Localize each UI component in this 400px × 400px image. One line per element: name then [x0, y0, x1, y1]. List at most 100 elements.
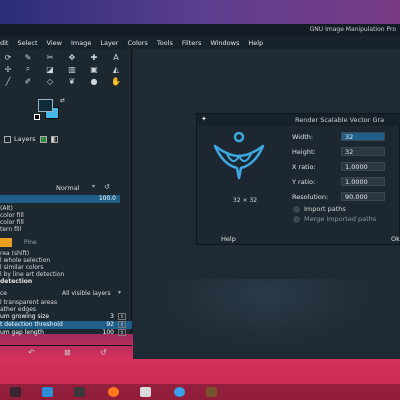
- bucket-fill-tool-icon[interactable]: ▣: [88, 64, 100, 74]
- pattern-selector[interactable]: Pine: [0, 237, 132, 248]
- paths-tool-icon[interactable]: ✚: [88, 52, 100, 62]
- default-colors-icon[interactable]: [34, 114, 40, 120]
- left-dock: ⟳ ✎ ✂ ✥ ✚ A ✢ ⌕ ◪ ▥ ▣ ◭ ╱ ✐ ◇ ❦ ● ✋ ⇄ La…: [0, 49, 132, 357]
- firefox-icon[interactable]: [108, 387, 119, 397]
- yratio-field[interactable]: 1.0000: [341, 177, 385, 186]
- merge-paths-label: Merge imported paths: [304, 215, 377, 223]
- svg-preview-icon: [213, 131, 265, 180]
- text-tool-icon[interactable]: A: [110, 52, 122, 62]
- fill-option[interactable]: color fill: [0, 219, 132, 226]
- tab-layers[interactable]: Layers: [4, 135, 36, 143]
- canvas-artwork: [133, 279, 400, 359]
- gradient-tool-icon[interactable]: ◭: [110, 64, 122, 74]
- chevron-down-icon[interactable]: ▾: [92, 183, 95, 190]
- source-dropdown[interactable]: All visible layers: [62, 290, 111, 297]
- width-label: Width:: [292, 133, 314, 141]
- affected-area-option[interactable]: l whole selection: [0, 257, 132, 264]
- spinner-icon[interactable]: ⇕: [118, 321, 126, 328]
- spinner-icon[interactable]: ⇕: [118, 313, 126, 320]
- pattern-name: Pine: [24, 239, 37, 246]
- dock-button-bar: ↶ ⊠ ↺: [0, 345, 132, 357]
- gimp-taskbar-icon[interactable]: [206, 387, 217, 397]
- lasso-tool-icon[interactable]: ⟳: [2, 52, 14, 62]
- fill-option[interactable]: color fill: [0, 212, 132, 219]
- fill-type-options: (Alt) color fill color fill tern fill: [0, 205, 132, 233]
- import-paths-checkbox[interactable]: Import paths: [293, 205, 346, 213]
- pencil-tool-icon[interactable]: ╱: [2, 76, 14, 86]
- fill-option[interactable]: (Alt): [0, 205, 132, 212]
- foreground-select-tool-icon[interactable]: ✥: [66, 52, 78, 62]
- menu-filters[interactable]: Filters: [182, 39, 201, 47]
- fill-option[interactable]: tern fill: [0, 226, 132, 233]
- height-field[interactable]: 32: [341, 147, 385, 156]
- pattern-preview[interactable]: [0, 238, 12, 247]
- tab-channels[interactable]: [39, 135, 47, 143]
- tab-gradients[interactable]: [50, 135, 58, 143]
- dialog-titlebar[interactable]: ✦ Render Scalable Vector Gra: [197, 114, 400, 126]
- menu-help[interactable]: Help: [248, 39, 263, 47]
- fuzzy-select-tool-icon[interactable]: ✎: [22, 52, 34, 62]
- zoom-tool-icon[interactable]: ⌕: [22, 64, 34, 74]
- foreground-color-swatch[interactable]: [38, 99, 53, 112]
- spinner-icon[interactable]: ⇕: [118, 329, 126, 336]
- affected-area-option[interactable]: rea (shift): [0, 250, 132, 257]
- menu-colors[interactable]: Colors: [127, 39, 147, 47]
- paintbrush-tool-icon[interactable]: ✐: [22, 76, 34, 86]
- detection-threshold-slider[interactable]: t detection threshold 92 ⇕: [0, 321, 132, 329]
- gap-length-slider[interactable]: um gap length 100 ⇕: [0, 329, 132, 337]
- ok-button[interactable]: Ok: [391, 235, 400, 243]
- merge-paths-checkbox[interactable]: Merge imported paths: [293, 215, 376, 223]
- menu-layer[interactable]: Layer: [100, 39, 118, 47]
- menu-image[interactable]: Image: [71, 39, 91, 47]
- source-row: ce All visible layers ▾: [0, 289, 132, 298]
- checkbox-icon[interactable]: [293, 205, 300, 213]
- window-icon[interactable]: [140, 387, 151, 397]
- line-art-option[interactable]: ather edges: [0, 306, 132, 313]
- height-label: Height:: [292, 148, 316, 156]
- affected-area-option[interactable]: l similar colors: [0, 264, 132, 271]
- opacity-slider[interactable]: 100.0: [0, 195, 120, 203]
- window-titlebar[interactable]: GNU Image Manipulation Pro: [0, 24, 400, 36]
- app-launcher-icon[interactable]: [10, 387, 21, 397]
- delete-icon[interactable]: ⊠: [64, 348, 71, 357]
- reset-icon[interactable]: ↺: [104, 183, 110, 191]
- mode-dropdown[interactable]: Normal: [56, 184, 80, 192]
- terminal-icon[interactable]: [74, 387, 85, 397]
- menu-tools[interactable]: Tools: [157, 39, 173, 47]
- slider-label: t detection threshold: [0, 321, 63, 328]
- files-icon[interactable]: [42, 387, 53, 397]
- restore-defaults-icon[interactable]: ↶: [28, 348, 35, 357]
- warp-tool-icon[interactable]: ▥: [66, 64, 78, 74]
- menu-select[interactable]: Select: [17, 39, 37, 47]
- affected-area-option[interactable]: l by line art detection: [0, 271, 132, 278]
- help-button[interactable]: Help: [221, 235, 236, 243]
- clone-tool-icon[interactable]: ●: [88, 76, 100, 86]
- resolution-field[interactable]: 90.000: [341, 192, 385, 201]
- gimp-icon: ✦: [201, 115, 207, 123]
- crop-tool-icon[interactable]: ◪: [44, 64, 56, 74]
- affected-area-options: rea (shift) l whole selection l similar …: [0, 250, 132, 286]
- airbrush-tool-icon[interactable]: ❦: [66, 76, 78, 86]
- chevron-down-icon[interactable]: ▾: [118, 289, 121, 296]
- layers-icon: [4, 135, 11, 143]
- swap-colors-icon[interactable]: ⇄: [60, 97, 65, 104]
- reset-icon[interactable]: ↺: [100, 348, 107, 357]
- xratio-label: X ratio:: [292, 163, 316, 171]
- app-icon[interactable]: [174, 387, 185, 397]
- channels-icon: [39, 135, 47, 143]
- menu-view[interactable]: View: [47, 39, 62, 47]
- growing-size-slider[interactable]: um growing size 3 ⇕: [0, 313, 132, 321]
- import-paths-label: Import paths: [304, 205, 346, 213]
- line-art-option[interactable]: l transparent areas: [0, 299, 132, 306]
- color-selector[interactable]: ⇄: [34, 97, 65, 125]
- smudge-tool-icon[interactable]: ✋: [110, 76, 122, 86]
- xratio-field[interactable]: 1.0000: [341, 162, 385, 171]
- width-field[interactable]: 32: [341, 132, 385, 141]
- eraser-tool-icon[interactable]: ◇: [44, 76, 56, 86]
- menubar: dit Select View Image Layer Colors Tools…: [0, 36, 400, 49]
- menu-windows[interactable]: Windows: [210, 39, 239, 47]
- checkbox-icon[interactable]: [293, 215, 300, 223]
- scissors-tool-icon[interactable]: ✂: [44, 52, 56, 62]
- menu-edit[interactable]: dit: [0, 39, 8, 47]
- move-tool-icon[interactable]: ✢: [2, 64, 14, 74]
